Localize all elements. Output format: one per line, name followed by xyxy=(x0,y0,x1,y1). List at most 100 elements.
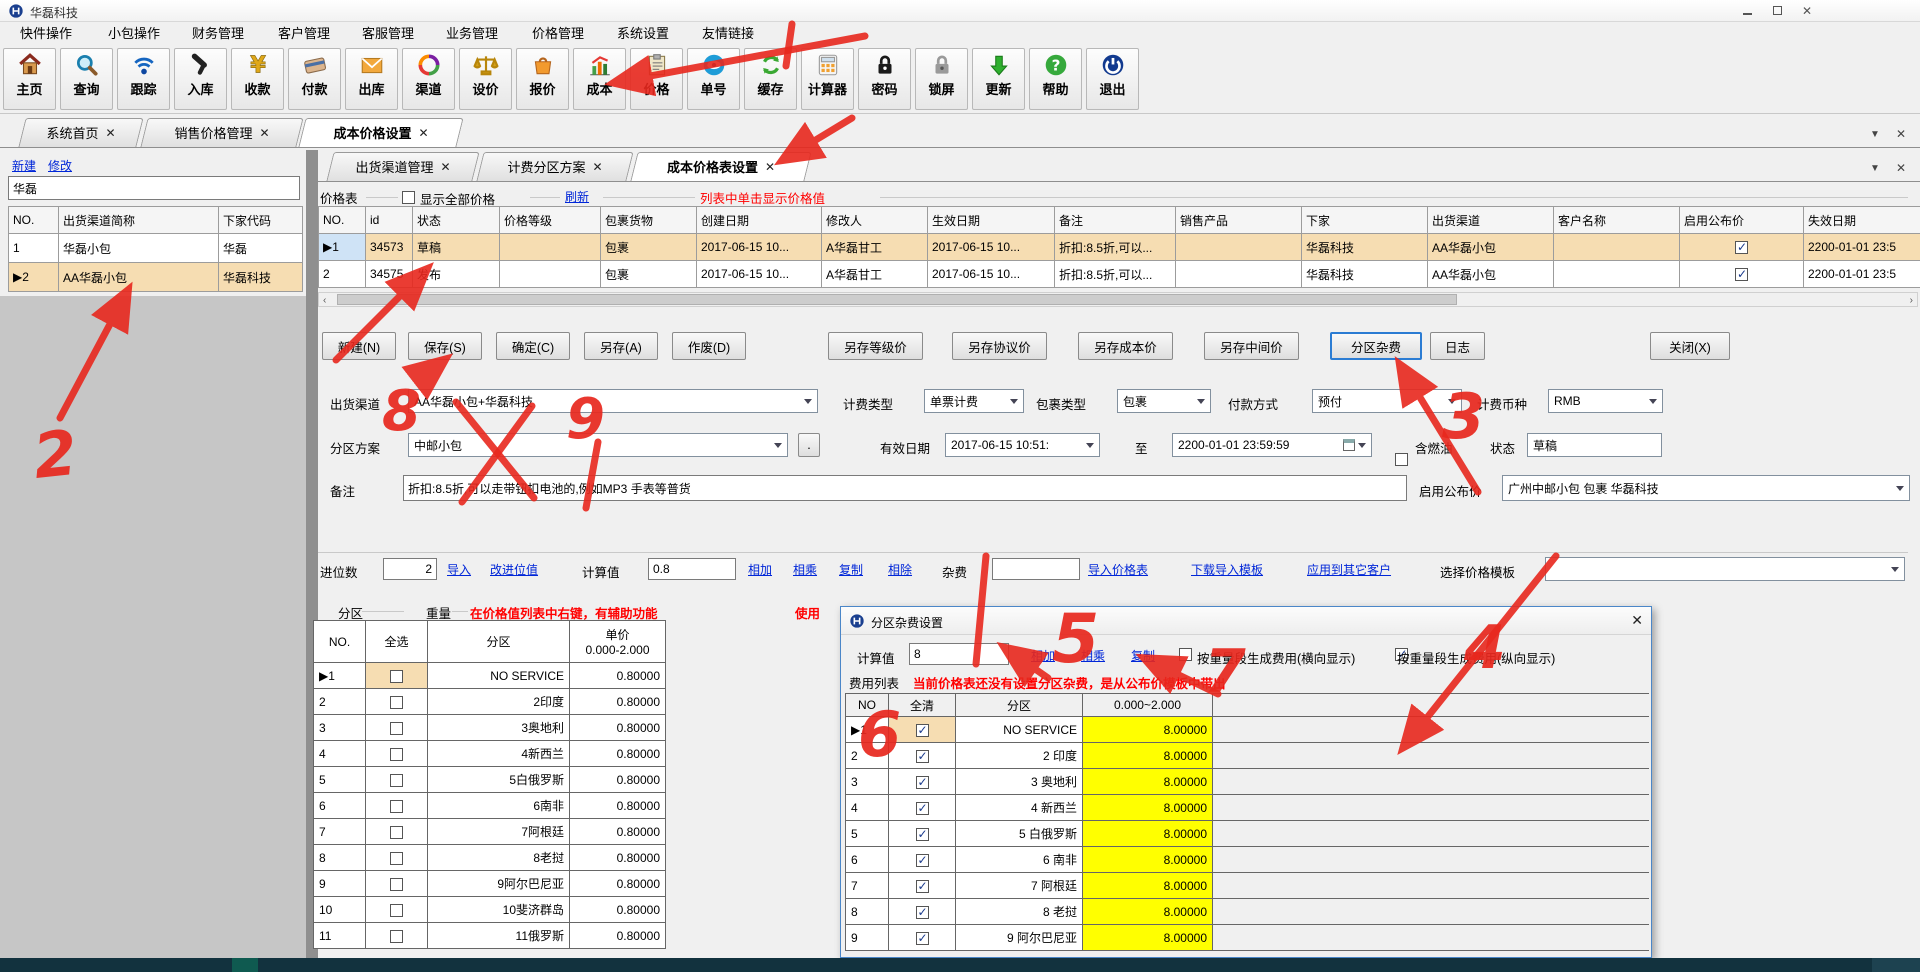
column-header[interactable]: 销售产品 xyxy=(1176,207,1302,234)
table-row[interactable]: 33奥地利0.80000 xyxy=(314,715,666,741)
taskbar-app-icon[interactable] xyxy=(232,958,258,972)
column-header[interactable]: 修改人 xyxy=(822,207,928,234)
sub-tab-overflow-icon[interactable]: ▼ xyxy=(1866,160,1884,176)
scroll-right-icon[interactable]: › xyxy=(1910,295,1913,306)
select-checkbox[interactable] xyxy=(390,852,403,865)
column-header[interactable]: 客户名称 xyxy=(1554,207,1680,234)
menu-item-0[interactable]: 快件操作 xyxy=(16,22,76,46)
valid-from-combo[interactable]: 2017-06-15 10:51: xyxy=(945,433,1100,457)
table-row[interactable]: 55 白俄罗斯8.00000 xyxy=(846,821,1650,847)
remark-input[interactable] xyxy=(403,475,1407,501)
clear-all-checkbox[interactable] xyxy=(916,802,929,815)
clear-all-checkbox[interactable] xyxy=(916,880,929,893)
carry-input[interactable] xyxy=(383,558,437,580)
action-button-4[interactable]: 作废(D) xyxy=(672,332,746,360)
clear-all-checkbox[interactable] xyxy=(916,906,929,919)
select-checkbox[interactable] xyxy=(390,930,403,943)
dialog-calc-input[interactable] xyxy=(909,643,1009,665)
menu-item-4[interactable]: 客服管理 xyxy=(358,22,418,46)
action-button-5[interactable]: 另存等级价 xyxy=(828,332,923,360)
menu-item-7[interactable]: 系统设置 xyxy=(613,22,673,46)
toolbar-channel-ring-button[interactable]: 渠道 xyxy=(402,48,455,110)
table-row[interactable]: 77阿根廷0.80000 xyxy=(314,819,666,845)
column-header[interactable]: 下家 xyxy=(1302,207,1428,234)
column-header[interactable]: 价格等级 xyxy=(500,207,601,234)
left-new-link[interactable]: 新建 xyxy=(12,157,36,174)
select-checkbox[interactable] xyxy=(390,670,403,683)
action-button-8[interactable]: 另存中间价 xyxy=(1204,332,1299,360)
clear-all-checkbox[interactable] xyxy=(916,932,929,945)
table-row[interactable]: 77 阿根廷8.00000 xyxy=(846,873,1650,899)
horizontal-scrollbar[interactable]: ‹ › xyxy=(318,292,1918,307)
table-row[interactable]: 99 阿尔巴尼亚8.00000 xyxy=(846,925,1650,951)
download-template-link[interactable]: 下载导入模板 xyxy=(1191,561,1263,578)
toolbar-help-button[interactable]: ?帮助 xyxy=(1029,48,1082,110)
table-row[interactable]: 88 老挝8.00000 xyxy=(846,899,1650,925)
column-header[interactable]: 创建日期 xyxy=(697,207,822,234)
toolbar-receive-yuan-button[interactable]: ¥收款 xyxy=(231,48,284,110)
action-button-7[interactable]: 另存成本价 xyxy=(1078,332,1173,360)
calc-input[interactable] xyxy=(648,558,736,580)
toolbar-home-button[interactable]: 主页 xyxy=(3,48,56,110)
column-header[interactable]: 包裹货物 xyxy=(601,207,697,234)
action-button-10[interactable]: 日志 xyxy=(1430,332,1485,360)
table-row[interactable]: ▶134573草稿包裹2017-06-15 10...A华磊甘工2017-06-… xyxy=(319,234,1920,261)
multiply-link[interactable]: 相乘 xyxy=(793,561,817,578)
table-row[interactable]: ▶2AA华磊小包华磊科技 xyxy=(9,263,303,292)
column-header[interactable]: 生效日期 xyxy=(928,207,1055,234)
table-row[interactable]: 1010斐济群岛0.80000 xyxy=(314,897,666,923)
tab-close-icon[interactable]: ✕ xyxy=(440,160,450,174)
table-row[interactable]: 88老挝0.80000 xyxy=(314,845,666,871)
table-row[interactable]: 66南非0.80000 xyxy=(314,793,666,819)
table-row[interactable]: 234575发布包裹2017-06-15 10...A华磊甘工2017-06-1… xyxy=(319,261,1920,288)
column-header[interactable]: 状态 xyxy=(413,207,500,234)
scrollbar-thumb[interactable] xyxy=(337,294,1457,305)
toolbar-calculator-button[interactable]: 计算器 xyxy=(801,48,854,110)
clear-all-checkbox[interactable] xyxy=(916,828,929,841)
table-row[interactable]: 22 印度8.00000 xyxy=(846,743,1650,769)
toolbar-exit-power-button[interactable]: 退出 xyxy=(1086,48,1139,110)
toolbar-outbound-mail-button[interactable]: 出库 xyxy=(345,48,398,110)
sub-tab-2[interactable]: 成本价格表设置✕ xyxy=(634,152,808,181)
taskbar-tray[interactable] xyxy=(1872,958,1920,972)
main-tab-2[interactable]: 成本价格设置✕ xyxy=(302,118,460,147)
sub-tab-1[interactable]: 计费分区方案✕ xyxy=(480,152,630,181)
publish-checkbox[interactable] xyxy=(1735,241,1748,254)
select-checkbox[interactable] xyxy=(390,748,403,761)
action-button-3[interactable]: 另存(A) xyxy=(584,332,658,360)
toolbar-inbound-scanner-button[interactable]: 入库 xyxy=(174,48,227,110)
dialog-multiply-link[interactable]: 相乘 xyxy=(1081,647,1105,664)
dialog-copy-link[interactable]: 复制 xyxy=(1131,647,1155,664)
sub-tab-close-icon[interactable]: ✕ xyxy=(1892,160,1910,176)
clear-all-checkbox[interactable] xyxy=(916,750,929,763)
minimize-button[interactable] xyxy=(1734,2,1760,19)
clear-all-checkbox[interactable] xyxy=(916,854,929,867)
main-tab-overflow-icon[interactable]: ▼ xyxy=(1866,126,1884,142)
main-tab-close-icon[interactable]: ✕ xyxy=(1892,126,1910,142)
publish-checkbox[interactable] xyxy=(1735,268,1748,281)
select-checkbox[interactable] xyxy=(390,904,403,917)
billing-type-combo[interactable]: 单票计费 xyxy=(924,389,1024,413)
select-checkbox[interactable] xyxy=(390,878,403,891)
left-edit-link[interactable]: 修改 xyxy=(48,157,72,174)
sub-tab-0[interactable]: 出货渠道管理✕ xyxy=(330,152,476,181)
toolbar-search-button[interactable]: 查询 xyxy=(60,48,113,110)
select-checkbox[interactable] xyxy=(390,722,403,735)
main-tab-1[interactable]: 销售价格管理✕ xyxy=(144,118,300,147)
menu-item-6[interactable]: 价格管理 xyxy=(528,22,588,46)
menu-item-2[interactable]: 财务管理 xyxy=(188,22,248,46)
column-header[interactable]: 启用公布价 xyxy=(1680,207,1804,234)
table-row[interactable]: 1111俄罗斯0.80000 xyxy=(314,923,666,949)
publish-price-combo[interactable]: 广州中邮小包 包裹 华磊科技 xyxy=(1502,475,1910,501)
select-checkbox[interactable] xyxy=(390,774,403,787)
toolbar-password-lock-button[interactable]: 密码 xyxy=(858,48,911,110)
column-header[interactable]: 失效日期 xyxy=(1804,207,1920,234)
copy-link[interactable]: 复制 xyxy=(839,561,863,578)
table-row[interactable]: 22印度0.80000 xyxy=(314,689,666,715)
table-row[interactable]: 55白俄罗斯0.80000 xyxy=(314,767,666,793)
table-row[interactable]: ▶1NO SERVICE0.80000 xyxy=(314,663,666,689)
dialog-close-icon[interactable]: ✕ xyxy=(1631,612,1643,629)
menu-item-3[interactable]: 客户管理 xyxy=(274,22,334,46)
divide-link[interactable]: 相除 xyxy=(888,561,912,578)
show-all-prices-checkbox[interactable] xyxy=(402,191,415,204)
